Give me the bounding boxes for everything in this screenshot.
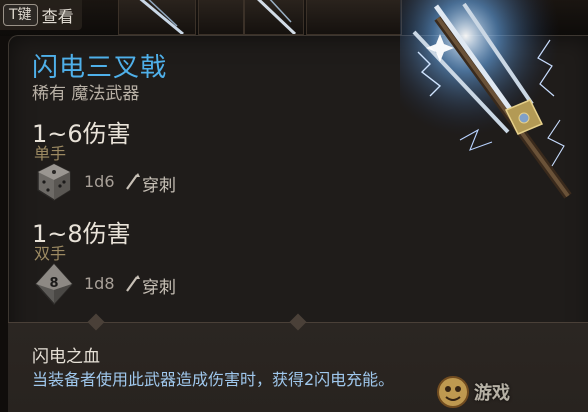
passive-description: 当装备者使用此武器造成伤害时，获得2闪电充能。	[32, 370, 395, 389]
watermark-logo-icon	[437, 376, 469, 408]
inventory-slot[interactable]	[244, 0, 304, 35]
hotkey-hint[interactable]: T键 查看	[0, 0, 82, 30]
inventory-slot[interactable]	[306, 0, 402, 35]
handedness: 双手	[34, 244, 67, 263]
damage-type: 穿刺	[142, 176, 176, 196]
damage-type: 穿刺	[142, 278, 176, 298]
damage-die: 1d8	[84, 274, 115, 293]
passive-title: 闪电之血	[32, 347, 100, 367]
pierce-icon	[126, 173, 140, 190]
weapon-thumbnail-icon	[139, 0, 184, 34]
inventory-slot[interactable]	[198, 0, 244, 35]
d8-face-label: 8	[49, 276, 58, 291]
watermark-text: 游戏	[474, 383, 510, 404]
pierce-icon	[126, 275, 140, 292]
key-badge: T键	[3, 4, 38, 26]
damage-die: 1d6	[84, 172, 115, 191]
d6-dice-icon	[32, 160, 76, 204]
key-action-label: 查看	[41, 7, 74, 26]
site-watermark: 游戏	[436, 374, 510, 410]
d8-dice-icon: 8	[32, 262, 76, 306]
weapon-thumbnail-icon	[257, 0, 297, 34]
inventory-slot[interactable]	[118, 0, 196, 35]
game-screen: T键 查看 闪电三叉戟 稀有 魔法武器 1~6伤害 单手 1d6 穿刺 1~8伤…	[0, 0, 588, 412]
lightning-trident-icon	[400, 0, 588, 200]
item-rarity-type: 稀有 魔法武器	[32, 84, 140, 104]
